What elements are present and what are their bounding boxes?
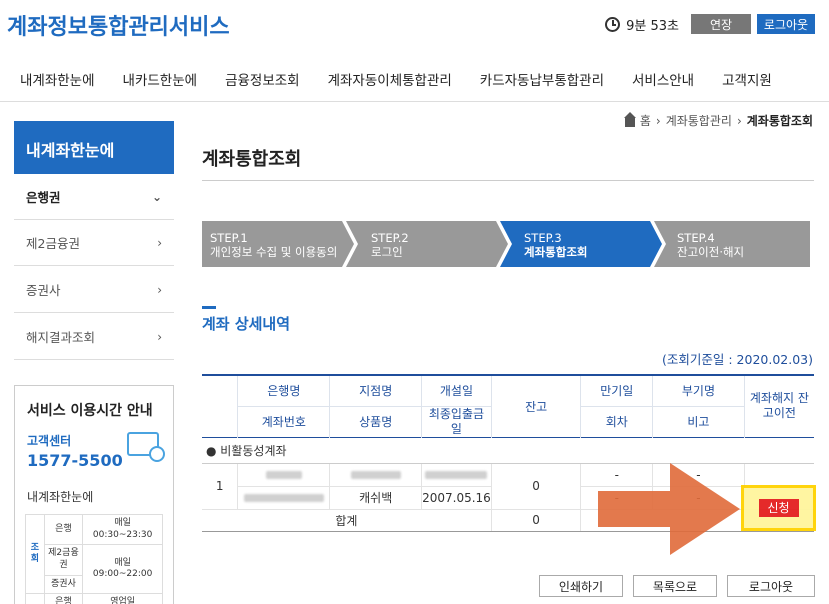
service-org: 증권사	[43, 574, 84, 595]
logout-button-top[interactable]: 로그아웃	[757, 14, 815, 34]
breadcrumb: 홈 › 계좌통합관리 › 계좌통합조회	[623, 111, 813, 129]
calendar-clock-icon	[127, 432, 165, 462]
header-dept: 부기명	[652, 374, 745, 407]
chevron-right-icon: ›	[157, 329, 162, 344]
breadcrumb-home[interactable]: 홈	[640, 112, 651, 129]
chevron-down-icon: ⌄	[151, 189, 162, 204]
step-number: STEP.4	[677, 231, 715, 245]
service-time: 영업일	[82, 593, 163, 604]
logout-button[interactable]: 로그아웃	[727, 575, 815, 597]
timer-text: 9분 53초	[626, 18, 679, 34]
header-maturity: 만기일	[580, 374, 653, 407]
lnb-item-close-result[interactable]: 해지결과조회 ›	[14, 314, 174, 360]
step-label: 개인정보 수집 및 이용동의	[210, 245, 338, 259]
service-hours-box: 서비스 이용시간 안내 고객센터 1577-5500 내계좌한눈에 조회 은행 …	[14, 385, 174, 604]
gnb-item-auto-transfer[interactable]: 계좌자동이체통합관리	[328, 69, 452, 89]
header-remark: 비고	[652, 406, 745, 437]
row-number: 1	[202, 463, 238, 510]
step-number: STEP.3	[524, 231, 562, 245]
account-no-masked	[237, 486, 330, 510]
service-org: 은행	[43, 593, 84, 604]
global-nav: 내계좌한눈에 내카드한눈에 금융정보조회 계좌자동이체통합관리 카드자동납부통합…	[0, 56, 829, 102]
step-4: STEP.4 잔고이전·해지	[669, 221, 744, 267]
branch-name-masked	[329, 463, 422, 487]
lnb-item-label: 해지결과조회	[26, 330, 96, 345]
service-org: 제2금융권	[43, 544, 84, 576]
header-action: 계좌해지 잔고이전	[743, 374, 814, 437]
step-label: 계좌통합조회	[524, 245, 588, 259]
bottom-actions: 인쇄하기 목록으로 로그아웃	[539, 575, 815, 597]
chevron-right-icon: ›	[157, 282, 162, 297]
step-number: STEP.1	[210, 231, 248, 245]
step-2: STEP.2 로그인	[363, 221, 409, 267]
breadcrumb-level1[interactable]: 계좌통합관리	[666, 112, 732, 129]
gnb-item-my-cards[interactable]: 내카드한눈에	[123, 69, 198, 89]
apply-button[interactable]: 신청	[758, 499, 799, 517]
step-label: 로그인	[371, 245, 403, 259]
breadcrumb-current: 계좌통합조회	[746, 114, 813, 128]
chevron-right-icon: ›	[157, 235, 162, 250]
lnb-item-securities[interactable]: 증권사 ›	[14, 267, 174, 313]
print-button[interactable]: 인쇄하기	[539, 575, 623, 597]
section-title: 계좌 상세내역	[202, 315, 291, 333]
apply-highlight: 신청	[741, 485, 816, 531]
gnb-item-my-accounts[interactable]: 내계좌한눈에	[20, 69, 95, 89]
header-last-tx: 최종입출금일	[421, 406, 492, 437]
service-time: 매일 00:30~23:30	[82, 513, 163, 546]
step-number: STEP.2	[371, 231, 409, 245]
bank-name-masked	[237, 463, 330, 487]
gnb-item-card-auto-pay[interactable]: 카드자동납부통합관리	[480, 69, 604, 89]
header-open-date: 개설일	[421, 374, 492, 407]
base-date: (조회기준일 : 2020.02.03)	[662, 352, 813, 367]
page-title: 계좌통합조회	[202, 149, 302, 170]
title-divider	[202, 180, 814, 181]
last-tx-value: 2007.05.16	[421, 486, 492, 510]
header-bank: 은행명	[237, 374, 330, 407]
section-accent	[202, 306, 216, 309]
lnb-item-bank[interactable]: 은행권 ⌄	[14, 174, 174, 220]
lnb-item-label: 제2금융권	[26, 236, 80, 251]
open-date-masked	[421, 463, 492, 487]
total-balance: 0	[490, 509, 581, 532]
group-label: ● 비활동성계좌	[202, 437, 814, 464]
lnb-item-second-finance[interactable]: 제2금융권 ›	[14, 220, 174, 266]
step-3: STEP.3 계좌통합조회	[516, 221, 587, 267]
clock-icon	[605, 16, 621, 32]
total-label: 합계	[202, 509, 492, 532]
service-org: 은행	[43, 513, 84, 546]
pointer-arrow-icon	[598, 463, 740, 555]
service-time: 매일 09:00~22:00	[82, 544, 163, 595]
lnb-title: 내계좌한눈에	[14, 121, 174, 174]
lnb-item-label: 증권사	[26, 283, 61, 298]
chevron-right-icon: ›	[655, 113, 661, 128]
step-indicator: STEP.1 개인정보 수집 및 이용동의 STEP.2 로그인 STEP.3 …	[202, 221, 810, 267]
service-group: 조회	[25, 513, 45, 595]
header-branch: 지점명	[329, 374, 422, 407]
header-product: 상품명	[329, 406, 422, 437]
gnb-item-finance-info[interactable]: 금융정보조회	[225, 69, 300, 89]
list-button[interactable]: 목록으로	[633, 575, 717, 597]
session-timer: 9분 53초 연장 로그아웃	[605, 14, 815, 34]
header-installment: 회차	[580, 406, 653, 437]
gnb-item-support[interactable]: 고객지원	[722, 69, 772, 89]
step-label: 잔고이전·해지	[677, 245, 745, 259]
product-value: 캐쉬백	[329, 486, 422, 510]
chevron-right-icon: ›	[736, 113, 742, 128]
site-title[interactable]: 계좌정보통합관리서비스	[7, 9, 230, 41]
lnb-item-label: 은행권	[26, 190, 61, 205]
header-balance: 잔고	[490, 374, 581, 437]
service-hours-table: 조회 은행 매일 00:30~23:30 제2금융권 매일 09:00~22:0…	[25, 513, 163, 604]
gnb-item-service-guide[interactable]: 서비스안내	[632, 69, 694, 89]
header-account-no: 계좌번호	[237, 406, 330, 437]
extend-button[interactable]: 연장	[691, 14, 751, 34]
step-1: STEP.1 개인정보 수집 및 이용동의	[202, 221, 337, 267]
home-icon	[623, 111, 636, 127]
balance-value: 0	[490, 463, 581, 510]
service-hours-title: 서비스 이용시간 안내	[27, 403, 153, 419]
service-hours-subtitle: 내계좌한눈에	[27, 490, 94, 504]
